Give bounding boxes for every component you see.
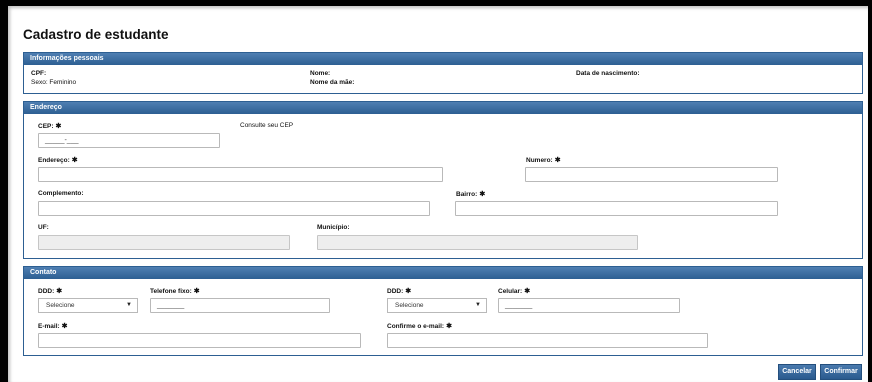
cancel-button[interactable]: Cancelar — [778, 364, 816, 380]
complemento-label: Complemento: — [38, 190, 84, 197]
uf-input — [38, 235, 290, 250]
screen-frame-left — [0, 0, 8, 382]
personal-info-header: Informações pessoais — [24, 53, 862, 65]
ddd1-selected-value: Selecione — [46, 302, 75, 309]
required-mark: ✱ — [61, 323, 68, 330]
required-mark: ✱ — [55, 123, 62, 130]
bairro-label: Bairro: ✱ — [456, 190, 485, 198]
cpf-label: CPF: — [31, 70, 47, 77]
dropdown-arrow-icon: ▼ — [126, 302, 132, 308]
required-mark: ✱ — [554, 157, 561, 164]
nome-label: Nome: — [310, 70, 331, 77]
email-input[interactable] — [38, 333, 361, 348]
municipio-input — [317, 235, 638, 250]
celular-label-text: Celular: — [498, 288, 523, 295]
telefone-label-text: Telefone fixo: — [150, 288, 192, 295]
numero-label-text: Numero: — [526, 157, 553, 164]
ddd2-select[interactable]: Selecione ▼ — [387, 298, 487, 313]
telefone-input[interactable]: _______ — [150, 298, 330, 313]
page-title: Cadastro de estudante — [23, 27, 169, 42]
email-label-text: E-mail: — [38, 323, 60, 330]
contact-section: Contato DDD: ✱ Selecione ▼ Telefone fixo: ✱… — [23, 266, 863, 356]
confirm-email-label-text: Confirme o e-mail: — [387, 323, 445, 330]
endereco-label-text: Endereço: — [38, 157, 70, 164]
required-mark: ✱ — [56, 288, 63, 295]
celular-input[interactable]: _______ — [498, 298, 680, 313]
address-section: Endereço CEP: ✱ _____-___ Consulte seu CE… — [23, 101, 863, 259]
uf-label: UF: — [38, 224, 49, 231]
ddd1-select[interactable]: Selecione ▼ — [38, 298, 138, 313]
ddd1-label-text: DDD: — [38, 288, 55, 295]
cep-input[interactable]: _____-___ — [38, 133, 220, 148]
nascimento-label: Data de nascimento: — [576, 70, 640, 77]
required-mark: ✱ — [71, 157, 78, 164]
nome-mae-label: Nome da mãe: — [310, 79, 355, 86]
sexo-label: Sexo: Feminino — [31, 79, 77, 86]
endereco-input[interactable] — [38, 167, 443, 182]
cep-label: CEP: ✱ — [38, 122, 61, 130]
ddd2-label-text: DDD: — [387, 288, 404, 295]
required-mark: ✱ — [524, 288, 531, 295]
address-header: Endereço — [24, 102, 862, 114]
celular-label: Celular: ✱ — [498, 287, 530, 295]
required-mark: ✱ — [479, 191, 486, 198]
screen-frame-right — [868, 0, 872, 382]
telefone-label: Telefone fixo: ✱ — [150, 287, 200, 295]
bairro-input[interactable] — [455, 201, 778, 216]
required-mark: ✱ — [405, 288, 412, 295]
cep-label-text: CEP: — [38, 123, 54, 130]
personal-info-section: Informações pessoais CPF: Sexo: Feminino… — [23, 52, 863, 94]
municipio-label: Município: — [317, 224, 350, 231]
confirm-button[interactable]: Confirmar — [820, 364, 862, 380]
consult-cep-link[interactable]: Consulte seu CEP — [240, 122, 293, 129]
confirm-email-label: Confirme o e-mail: ✱ — [387, 322, 452, 330]
bairro-label-text: Bairro: — [456, 191, 478, 198]
numero-input[interactable] — [525, 167, 778, 182]
numero-label: Numero: ✱ — [526, 156, 561, 164]
contact-header: Contato — [24, 267, 862, 279]
required-mark: ✱ — [446, 323, 452, 330]
dropdown-arrow-icon: ▼ — [475, 302, 481, 308]
confirm-email-input[interactable] — [387, 333, 708, 348]
complemento-input[interactable] — [38, 201, 430, 216]
ddd1-label: DDD: ✱ — [38, 287, 62, 295]
ddd2-label: DDD: ✱ — [387, 287, 411, 295]
endereco-label: Endereço: ✱ — [38, 156, 78, 164]
email-label: E-mail: ✱ — [38, 322, 68, 330]
ddd2-selected-value: Selecione — [395, 302, 424, 309]
required-mark: ✱ — [193, 288, 200, 295]
